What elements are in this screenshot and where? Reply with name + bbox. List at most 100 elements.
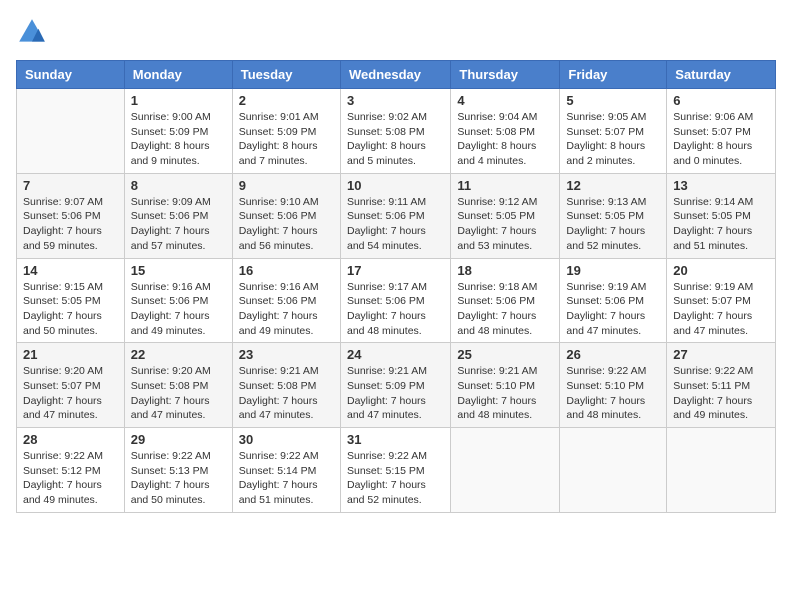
calendar-week-row: 1Sunrise: 9:00 AMSunset: 5:09 PMDaylight… xyxy=(17,89,776,174)
day-number: 1 xyxy=(131,93,226,108)
page-header xyxy=(16,16,776,48)
calendar-cell: 4 Sunrise: 9:04 AMSunset: 5:08 PMDaylight… xyxy=(451,89,560,174)
calendar-cell: 31 Sunrise: 9:22 AMSunset: 5:15 PMDayligh… xyxy=(340,428,450,513)
calendar-cell: 22 Sunrise: 9:20 AMSunset: 5:08 PMDayligh… xyxy=(124,343,232,428)
day-info: Sunrise: 9:22 AMSunset: 5:14 PMDaylight:… xyxy=(239,449,334,508)
logo xyxy=(16,16,52,48)
calendar-week-row: 21Sunrise: 9:20 AMSunset: 5:07 PMDayligh… xyxy=(17,343,776,428)
day-info: Sunrise: 9:22 AMSunset: 5:10 PMDaylight:… xyxy=(566,364,660,423)
calendar-cell: 23 Sunrise: 9:21 AMSunset: 5:08 PMDayligh… xyxy=(232,343,340,428)
day-number: 23 xyxy=(239,347,334,362)
day-info: Sunrise: 9:05 AMSunset: 5:07 PMDaylight:… xyxy=(566,110,660,169)
day-number: 10 xyxy=(347,178,444,193)
day-number: 25 xyxy=(457,347,553,362)
calendar-table: SundayMondayTuesdayWednesdayThursdayFrid… xyxy=(16,60,776,513)
calendar-cell: 9 Sunrise: 9:10 AMSunset: 5:06 PMDaylight… xyxy=(232,173,340,258)
calendar-cell: 17 Sunrise: 9:17 AMSunset: 5:06 PMDayligh… xyxy=(340,258,450,343)
day-number: 2 xyxy=(239,93,334,108)
calendar-cell: 28Sunrise: 9:22 AMSunset: 5:12 PMDayligh… xyxy=(17,428,125,513)
column-header-saturday: Saturday xyxy=(667,61,776,89)
calendar-cell: 21Sunrise: 9:20 AMSunset: 5:07 PMDayligh… xyxy=(17,343,125,428)
day-number: 14 xyxy=(23,263,118,278)
day-number: 29 xyxy=(131,432,226,447)
day-number: 31 xyxy=(347,432,444,447)
day-info: Sunrise: 9:12 AMSunset: 5:05 PMDaylight:… xyxy=(457,195,553,254)
calendar-cell: 19 Sunrise: 9:19 AMSunset: 5:06 PMDayligh… xyxy=(560,258,667,343)
calendar-cell: 2 Sunrise: 9:01 AMSunset: 5:09 PMDaylight… xyxy=(232,89,340,174)
day-number: 4 xyxy=(457,93,553,108)
calendar-cell: 24 Sunrise: 9:21 AMSunset: 5:09 PMDayligh… xyxy=(340,343,450,428)
day-number: 30 xyxy=(239,432,334,447)
day-info: Sunrise: 9:14 AMSunset: 5:05 PMDaylight:… xyxy=(673,195,769,254)
calendar-cell: 13 Sunrise: 9:14 AMSunset: 5:05 PMDayligh… xyxy=(667,173,776,258)
calendar-cell: 25 Sunrise: 9:21 AMSunset: 5:10 PMDayligh… xyxy=(451,343,560,428)
day-info: Sunrise: 9:13 AMSunset: 5:05 PMDaylight:… xyxy=(566,195,660,254)
day-info: Sunrise: 9:19 AMSunset: 5:06 PMDaylight:… xyxy=(566,280,660,339)
calendar-week-row: 28Sunrise: 9:22 AMSunset: 5:12 PMDayligh… xyxy=(17,428,776,513)
day-info: Sunrise: 9:10 AMSunset: 5:06 PMDaylight:… xyxy=(239,195,334,254)
calendar-cell: 7Sunrise: 9:07 AMSunset: 5:06 PMDaylight… xyxy=(17,173,125,258)
day-number: 24 xyxy=(347,347,444,362)
calendar-cell: 18 Sunrise: 9:18 AMSunset: 5:06 PMDayligh… xyxy=(451,258,560,343)
day-number: 11 xyxy=(457,178,553,193)
day-info: Sunrise: 9:22 AMSunset: 5:15 PMDaylight:… xyxy=(347,449,444,508)
day-number: 13 xyxy=(673,178,769,193)
calendar-cell: 1Sunrise: 9:00 AMSunset: 5:09 PMDaylight… xyxy=(124,89,232,174)
calendar-cell: 11 Sunrise: 9:12 AMSunset: 5:05 PMDayligh… xyxy=(451,173,560,258)
day-info: Sunrise: 9:16 AMSunset: 5:06 PMDaylight:… xyxy=(131,280,226,339)
day-number: 22 xyxy=(131,347,226,362)
day-info: Sunrise: 9:21 AMSunset: 5:08 PMDaylight:… xyxy=(239,364,334,423)
calendar-cell xyxy=(451,428,560,513)
day-number: 17 xyxy=(347,263,444,278)
calendar-cell: 26 Sunrise: 9:22 AMSunset: 5:10 PMDayligh… xyxy=(560,343,667,428)
day-number: 7 xyxy=(23,178,118,193)
day-info: Sunrise: 9:22 AMSunset: 5:13 PMDaylight:… xyxy=(131,449,226,508)
calendar-cell: 20Sunrise: 9:19 AMSunset: 5:07 PMDayligh… xyxy=(667,258,776,343)
calendar-cell: 5 Sunrise: 9:05 AMSunset: 5:07 PMDaylight… xyxy=(560,89,667,174)
day-number: 6 xyxy=(673,93,769,108)
day-number: 28 xyxy=(23,432,118,447)
calendar-cell: 16 Sunrise: 9:16 AMSunset: 5:06 PMDayligh… xyxy=(232,258,340,343)
calendar-cell: 10 Sunrise: 9:11 AMSunset: 5:06 PMDayligh… xyxy=(340,173,450,258)
day-info: Sunrise: 9:09 AMSunset: 5:06 PMDaylight:… xyxy=(131,195,226,254)
column-header-monday: Monday xyxy=(124,61,232,89)
calendar-cell: 12Sunrise: 9:13 AMSunset: 5:05 PMDayligh… xyxy=(560,173,667,258)
calendar-cell: 8 Sunrise: 9:09 AMSunset: 5:06 PMDaylight… xyxy=(124,173,232,258)
day-info: Sunrise: 9:21 AMSunset: 5:10 PMDaylight:… xyxy=(457,364,553,423)
day-number: 15 xyxy=(131,263,226,278)
day-info: Sunrise: 9:01 AMSunset: 5:09 PMDaylight:… xyxy=(239,110,334,169)
day-info: Sunrise: 9:15 AMSunset: 5:05 PMDaylight:… xyxy=(23,280,118,339)
day-number: 19 xyxy=(566,263,660,278)
calendar-cell: 30 Sunrise: 9:22 AMSunset: 5:14 PMDayligh… xyxy=(232,428,340,513)
day-info: Sunrise: 9:18 AMSunset: 5:06 PMDaylight:… xyxy=(457,280,553,339)
day-info: Sunrise: 9:20 AMSunset: 5:08 PMDaylight:… xyxy=(131,364,226,423)
day-number: 18 xyxy=(457,263,553,278)
calendar-cell: 3 Sunrise: 9:02 AMSunset: 5:08 PMDaylight… xyxy=(340,89,450,174)
day-number: 5 xyxy=(566,93,660,108)
day-info: Sunrise: 9:11 AMSunset: 5:06 PMDaylight:… xyxy=(347,195,444,254)
day-info: Sunrise: 9:21 AMSunset: 5:09 PMDaylight:… xyxy=(347,364,444,423)
calendar-week-row: 7Sunrise: 9:07 AMSunset: 5:06 PMDaylight… xyxy=(17,173,776,258)
calendar-cell: 6 Sunrise: 9:06 AMSunset: 5:07 PMDaylight… xyxy=(667,89,776,174)
calendar-cell: 27Sunrise: 9:22 AMSunset: 5:11 PMDayligh… xyxy=(667,343,776,428)
day-number: 9 xyxy=(239,178,334,193)
day-info: Sunrise: 9:19 AMSunset: 5:07 PMDaylight:… xyxy=(673,280,769,339)
column-header-friday: Friday xyxy=(560,61,667,89)
day-number: 8 xyxy=(131,178,226,193)
day-info: Sunrise: 9:22 AMSunset: 5:11 PMDaylight:… xyxy=(673,364,769,423)
column-header-wednesday: Wednesday xyxy=(340,61,450,89)
day-info: Sunrise: 9:17 AMSunset: 5:06 PMDaylight:… xyxy=(347,280,444,339)
day-info: Sunrise: 9:02 AMSunset: 5:08 PMDaylight:… xyxy=(347,110,444,169)
day-number: 16 xyxy=(239,263,334,278)
day-info: Sunrise: 9:06 AMSunset: 5:07 PMDaylight:… xyxy=(673,110,769,169)
day-info: Sunrise: 9:04 AMSunset: 5:08 PMDaylight:… xyxy=(457,110,553,169)
calendar-week-row: 14 Sunrise: 9:15 AMSunset: 5:05 PMDayligh… xyxy=(17,258,776,343)
calendar-header-row: SundayMondayTuesdayWednesdayThursdayFrid… xyxy=(17,61,776,89)
day-info: Sunrise: 9:16 AMSunset: 5:06 PMDaylight:… xyxy=(239,280,334,339)
column-header-thursday: Thursday xyxy=(451,61,560,89)
day-number: 26 xyxy=(566,347,660,362)
logo-icon xyxy=(16,16,48,48)
calendar-cell: 14 Sunrise: 9:15 AMSunset: 5:05 PMDayligh… xyxy=(17,258,125,343)
day-info: Sunrise: 9:20 AMSunset: 5:07 PMDaylight:… xyxy=(23,364,118,423)
day-number: 3 xyxy=(347,93,444,108)
